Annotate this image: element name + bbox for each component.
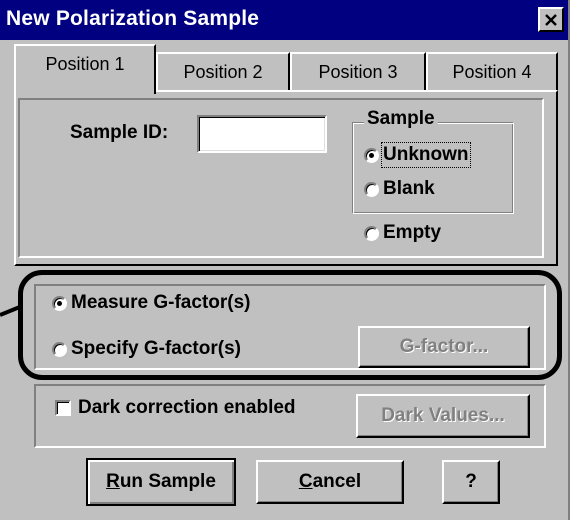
tab-position-3[interactable]: Position 3: [290, 52, 426, 90]
window-title: New Polarization Sample: [6, 7, 260, 30]
radio-specify-gfactor[interactable]: Specify G-factor(s): [52, 338, 241, 360]
radio-empty-label: Empty: [383, 222, 442, 243]
radio-blank[interactable]: Blank: [364, 178, 435, 200]
radio-measure-gfactor[interactable]: Measure G-factor(s): [52, 292, 251, 314]
radio-unknown-label: Unknown: [381, 142, 471, 168]
tab-position-2-label: Position 2: [183, 61, 263, 82]
radio-unknown-indicator: [364, 147, 379, 163]
sample-groupbox: [352, 122, 514, 214]
radio-measure-gfactor-indicator: [52, 295, 67, 311]
cancel-mnemonic: C: [298, 471, 313, 492]
callout-leader-line: [0, 304, 22, 317]
close-icon: [545, 13, 557, 26]
radio-empty[interactable]: Empty: [364, 222, 441, 244]
tab-position-3-label: Position 3: [318, 61, 398, 82]
cancel-label: ancel: [312, 471, 362, 492]
radio-specify-gfactor-indicator: [52, 341, 67, 357]
cancel-button[interactable]: Cancel: [256, 460, 404, 504]
new-polarization-sample-dialog: New Polarization Sample Position 1 Posit…: [0, 0, 570, 520]
sample-id-label: Sample ID:: [70, 122, 169, 143]
radio-empty-indicator: [364, 225, 379, 241]
sample-id-input[interactable]: [197, 115, 327, 153]
sample-group-label: Sample: [364, 108, 438, 130]
radio-specify-gfactor-label: Specify G-factor(s): [71, 338, 241, 359]
radio-measure-gfactor-label: Measure G-factor(s): [71, 292, 251, 313]
run-sample-mnemonic: R: [106, 471, 120, 492]
run-sample-label: un Sample: [119, 471, 216, 492]
tab-position-1-label: Position 1: [45, 53, 125, 74]
tab-position-4-label: Position 4: [452, 61, 532, 82]
tab-position-2[interactable]: Position 2: [156, 52, 290, 90]
close-button[interactable]: [538, 7, 564, 32]
help-button[interactable]: ?: [442, 460, 500, 504]
radio-blank-label: Blank: [383, 178, 435, 199]
tab-position-1[interactable]: Position 1: [14, 44, 156, 94]
dark-correction-label: Dark correction enabled: [78, 397, 296, 418]
tab-position-4[interactable]: Position 4: [426, 52, 558, 90]
dark-correction-checkbox[interactable]: [55, 400, 71, 416]
gfactor-button[interactable]: G-factor...: [358, 326, 530, 368]
radio-unknown[interactable]: Unknown: [364, 142, 471, 168]
title-bar: New Polarization Sample: [0, 0, 568, 40]
dark-values-button[interactable]: Dark Values...: [356, 394, 530, 438]
radio-blank-indicator: [364, 181, 379, 197]
run-sample-button[interactable]: Run Sample: [86, 458, 236, 506]
